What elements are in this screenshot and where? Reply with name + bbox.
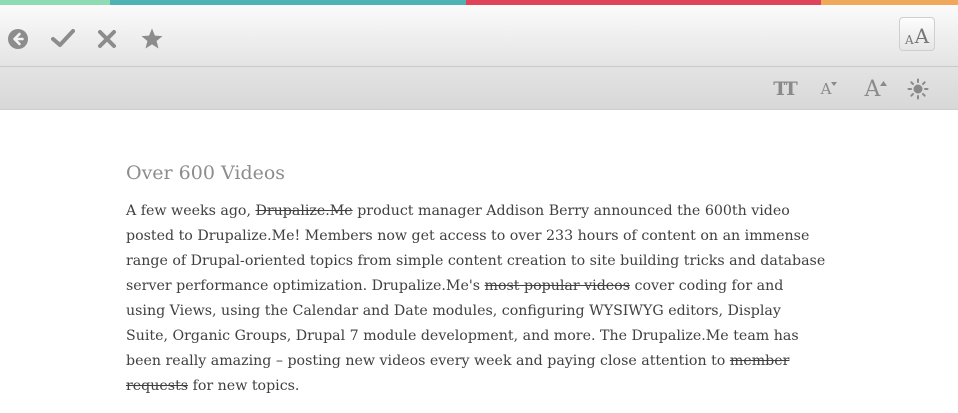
close-icon[interactable] (95, 27, 119, 51)
text-settings-bar (0, 67, 958, 110)
small-a-glyph: A (904, 33, 914, 47)
article-body: A few weeks ago, Drupalize.Me product ma… (126, 199, 826, 399)
main-toolbar: A A (0, 5, 958, 67)
article-link[interactable]: most popular videos (485, 278, 630, 294)
up-arrow-small-icon (880, 80, 888, 86)
text-settings-toggle-button[interactable]: A A (899, 17, 935, 51)
increase-font-size-icon[interactable]: A (862, 76, 890, 102)
decrease-font-size-icon[interactable]: A (817, 76, 841, 102)
article-link[interactable]: Drupalize.Me (255, 203, 352, 219)
checkmark-icon[interactable] (50, 26, 76, 50)
big-a-glyph: A (914, 24, 930, 48)
article-text-segment: for new topics. (188, 378, 300, 394)
star-icon[interactable] (139, 26, 165, 52)
article: Over 600 Videos A few weeks ago, Drupali… (126, 150, 826, 399)
decrease-glyph: A (820, 80, 832, 98)
brightness-icon[interactable] (906, 76, 930, 102)
down-arrow-small-icon (831, 82, 838, 86)
back-circle-icon[interactable] (6, 27, 30, 51)
increase-glyph: A (864, 76, 881, 102)
font-family-glyph: TT (773, 78, 798, 100)
article-text-segment: A few weeks ago, (126, 203, 256, 219)
font-family-icon[interactable]: TT (770, 76, 798, 102)
article-title: Over 600 Videos (126, 162, 286, 184)
